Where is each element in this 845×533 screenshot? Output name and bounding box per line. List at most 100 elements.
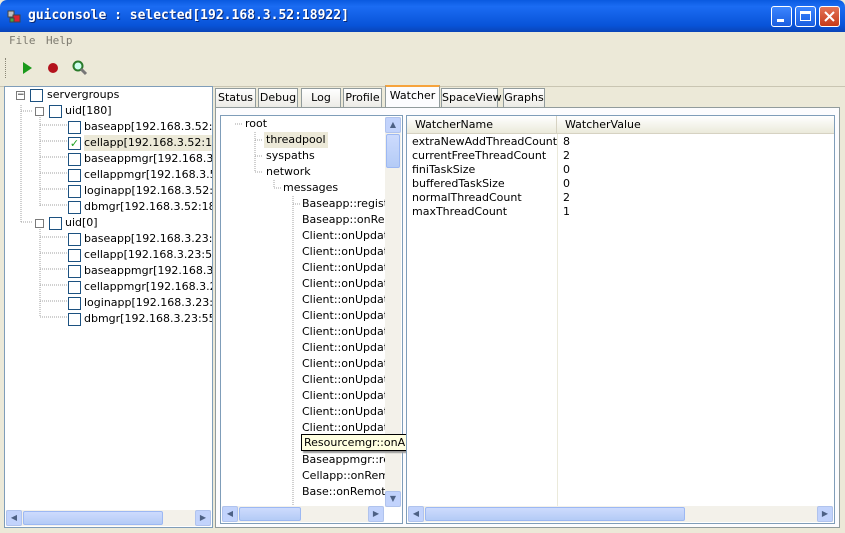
- tab-watcher[interactable]: Watcher: [385, 85, 440, 108]
- watcher-tree-hscrollbar[interactable]: ◀ ▶: [222, 506, 384, 522]
- server-checkbox[interactable]: [68, 201, 81, 214]
- scroll-right-icon[interactable]: ▶: [817, 506, 833, 522]
- table-row[interactable]: bufferedTaskSize 0: [407, 177, 834, 191]
- tree-server-item[interactable]: loginapp[192.168.3.52:18: [84, 183, 212, 199]
- search-icon: [72, 60, 88, 76]
- tree-message-item[interactable]: Client::onUpdate: [302, 244, 385, 260]
- tree-message-item[interactable]: Client::onUpdate: [302, 228, 385, 244]
- scroll-left-icon[interactable]: ◀: [6, 510, 22, 526]
- server-checkbox[interactable]: [68, 281, 81, 294]
- tree-node-messages[interactable]: messages: [283, 180, 338, 196]
- watcher-value-cell: 2: [563, 149, 570, 162]
- tree-node-syspaths[interactable]: syspaths: [264, 148, 317, 164]
- server-checkbox[interactable]: [68, 185, 81, 198]
- tree-message-item[interactable]: Client::onUpdate: [302, 404, 385, 420]
- collapse-group-icon[interactable]: [35, 219, 44, 228]
- tree-message-item[interactable]: Client::onUpdate: [302, 372, 385, 388]
- tree-group[interactable]: uid[0]: [65, 215, 98, 231]
- tree-message-item[interactable]: Client::onUpdate: [302, 388, 385, 404]
- table-row[interactable]: finiTaskSize 0: [407, 163, 834, 177]
- tree-message-item[interactable]: Client::onUpdate: [302, 260, 385, 276]
- menu-help[interactable]: Help: [46, 34, 73, 47]
- scroll-down-icon[interactable]: ▼: [385, 491, 401, 507]
- tab-log[interactable]: Log: [301, 88, 341, 107]
- tree-server-item[interactable]: cellappmgr[192.168.3.23:5: [84, 279, 212, 295]
- tree-server-item[interactable]: baseappmgr[192.168.3.52: [84, 151, 212, 167]
- tree-root-servergroups[interactable]: servergroups: [47, 87, 119, 103]
- minimize-button[interactable]: [771, 6, 792, 27]
- server-checkbox[interactable]: [68, 233, 81, 246]
- minimize-icon: [777, 19, 784, 22]
- scroll-up-icon[interactable]: ▲: [385, 117, 401, 133]
- tab-graphs[interactable]: Graphs: [503, 88, 545, 107]
- tree-server-item[interactable]: dbmgr[192.168.3.52:1885: [84, 199, 212, 215]
- tree-message-item[interactable]: Client::onUpdate: [302, 356, 385, 372]
- toolbar-grip[interactable]: [5, 58, 8, 78]
- tree-message-item[interactable]: Client::onUpdate: [302, 324, 385, 340]
- servergroups-checkbox[interactable]: [30, 89, 43, 102]
- tree-server-item[interactable]: cellapp[192.168.3.23:560: [84, 247, 212, 263]
- tree-message-item[interactable]: Client::onUpdate: [302, 308, 385, 324]
- server-checkbox[interactable]: [68, 153, 81, 166]
- server-checkbox[interactable]: [68, 169, 81, 182]
- tree-server-item[interactable]: cellapp[192.168.3.52:1892: [84, 135, 212, 151]
- tree-message-item[interactable]: Base::onRemote: [302, 484, 385, 500]
- scroll-left-icon[interactable]: ◀: [408, 506, 424, 522]
- server-checkbox[interactable]: [68, 313, 81, 326]
- menu-file[interactable]: File: [9, 34, 36, 47]
- server-checkbox[interactable]: [68, 297, 81, 310]
- tree-group[interactable]: uid[180]: [65, 103, 112, 119]
- watcher-table-panel: WatcherName WatcherValue extraNewAddThre…: [406, 115, 835, 524]
- tab-debug[interactable]: Debug: [258, 88, 298, 107]
- play-button[interactable]: [17, 58, 37, 78]
- scroll-right-icon[interactable]: ▶: [195, 510, 211, 526]
- column-header-watchervalue[interactable]: WatcherValue: [558, 116, 834, 133]
- search-button[interactable]: [70, 58, 90, 78]
- tree-message-item[interactable]: Client::onUpdate: [302, 292, 385, 308]
- group-checkbox[interactable]: [49, 105, 62, 118]
- scroll-right-icon[interactable]: ▶: [368, 506, 384, 522]
- tree-server-item[interactable]: cellappmgr[192.168.3.52:: [84, 167, 212, 183]
- tree-server-item[interactable]: loginapp[192.168.3.23:56: [84, 295, 212, 311]
- watcher-name-cell: extraNewAddThreadCount: [412, 135, 558, 148]
- table-row[interactable]: extraNewAddThreadCount 8: [407, 135, 834, 149]
- tab-profile[interactable]: Profile: [343, 88, 382, 107]
- tab-status[interactable]: Status: [215, 88, 256, 107]
- server-checkbox[interactable]: ✓: [68, 137, 81, 150]
- vscroll-thumb[interactable]: [386, 134, 400, 168]
- close-button[interactable]: [819, 6, 840, 27]
- collapse-group-icon[interactable]: [35, 107, 44, 116]
- watcher-name-cell: finiTaskSize: [412, 163, 476, 176]
- scroll-thumb[interactable]: [239, 507, 301, 521]
- server-checkbox[interactable]: [68, 121, 81, 134]
- group-checkbox[interactable]: [49, 217, 62, 230]
- tree-message-item[interactable]: Baseappmgr::req: [302, 452, 385, 468]
- tree-message-item[interactable]: Client::onUpdate: [302, 276, 385, 292]
- scroll-thumb[interactable]: [23, 511, 163, 525]
- tree-node-threadpool[interactable]: threadpool: [264, 132, 328, 148]
- maximize-button[interactable]: [795, 6, 816, 27]
- tab-spaceview[interactable]: SpaceView: [441, 88, 502, 107]
- watcher-table-hscrollbar[interactable]: ◀ ▶: [408, 506, 833, 522]
- stop-button[interactable]: [43, 58, 63, 78]
- tree-message-item[interactable]: Baseapp::onRegi: [302, 212, 385, 228]
- tree-message-item[interactable]: Baseapp::registe: [302, 196, 385, 212]
- server-checkbox[interactable]: [68, 249, 81, 262]
- scroll-left-icon[interactable]: ◀: [222, 506, 238, 522]
- server-checkbox[interactable]: [68, 265, 81, 278]
- tree-message-item[interactable]: Client::onUpdate: [302, 340, 385, 356]
- table-row[interactable]: currentFreeThreadCount 2: [407, 149, 834, 163]
- tree-node-root[interactable]: root: [245, 116, 267, 132]
- tree-server-item[interactable]: baseappmgr[192.168.3.23: [84, 263, 212, 279]
- table-row[interactable]: normalThreadCount 2: [407, 191, 834, 205]
- tree-server-item[interactable]: baseapp[192.168.3.23:55: [84, 231, 212, 247]
- tree-server-item[interactable]: dbmgr[192.168.3.23:5551: [84, 311, 212, 327]
- scroll-thumb[interactable]: [425, 507, 685, 521]
- tree-message-item[interactable]: Cellapp::onRemo: [302, 468, 385, 484]
- table-row[interactable]: maxThreadCount 1: [407, 205, 834, 219]
- server-tree-hscrollbar[interactable]: ◀ ▶: [6, 510, 211, 526]
- column-header-watchername[interactable]: WatcherName: [407, 116, 557, 133]
- tree-node-network[interactable]: network: [264, 164, 313, 180]
- collapse-servergroups-icon[interactable]: −: [16, 91, 25, 100]
- tree-server-item[interactable]: baseapp[192.168.3.52:18: [84, 119, 212, 135]
